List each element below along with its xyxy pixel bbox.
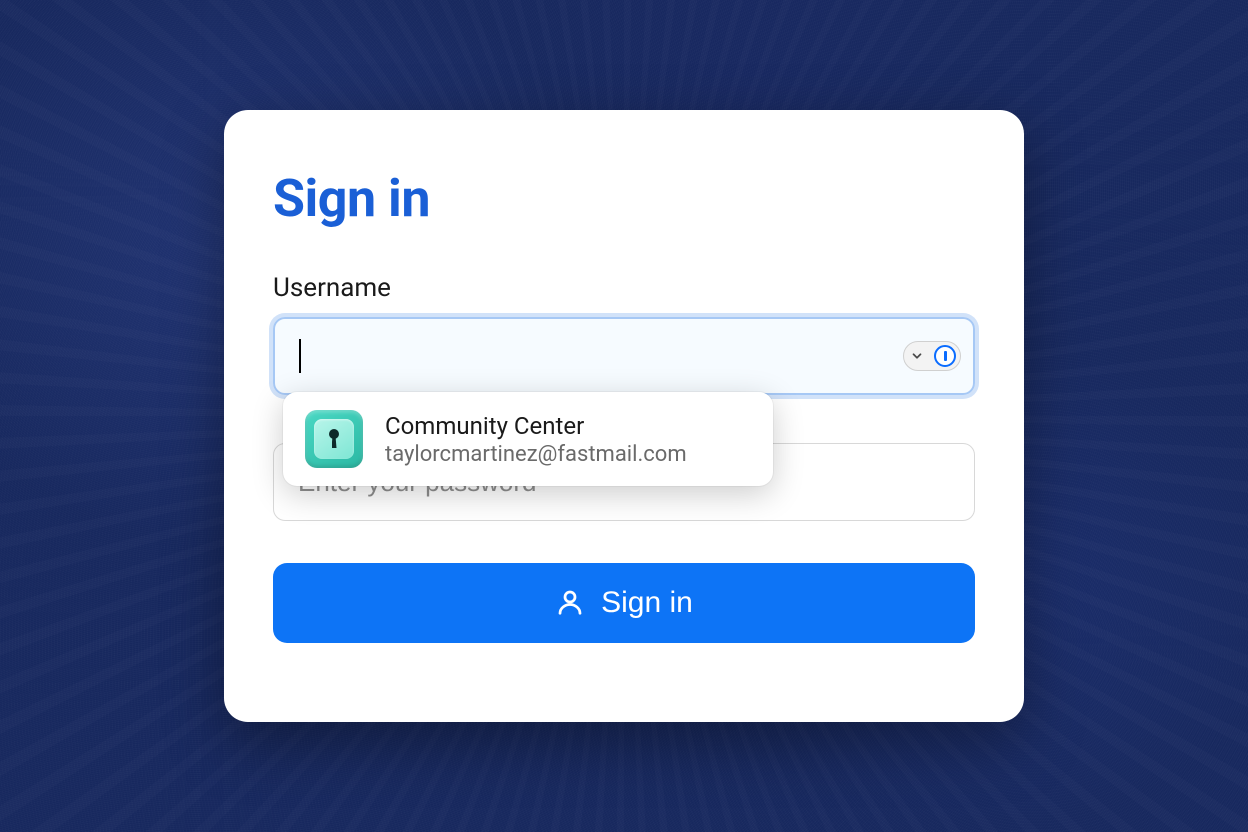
signin-card: Sign in Username [224,110,1024,722]
text-cursor [299,339,301,373]
username-group: Username Commu [273,273,975,395]
autofill-item-subtitle: taylorcmartinez@fastmail.com [385,442,687,467]
user-icon [555,587,585,620]
autofill-text: Community Center taylorcmartinez@fastmai… [385,412,687,467]
signin-button[interactable]: Sign in [273,563,975,643]
password-manager-pill[interactable] [903,341,961,371]
onepassword-icon [934,345,956,367]
chevron-down-icon [908,347,926,365]
password-vault-icon [305,410,363,468]
username-label: Username [273,273,975,303]
autofill-item-title: Community Center [385,412,687,440]
page-title: Sign in [273,168,975,229]
autofill-suggestion[interactable]: Community Center taylorcmartinez@fastmai… [283,392,773,486]
signin-button-label: Sign in [601,586,693,620]
username-input-wrapper [273,317,975,395]
username-input[interactable] [273,317,975,395]
